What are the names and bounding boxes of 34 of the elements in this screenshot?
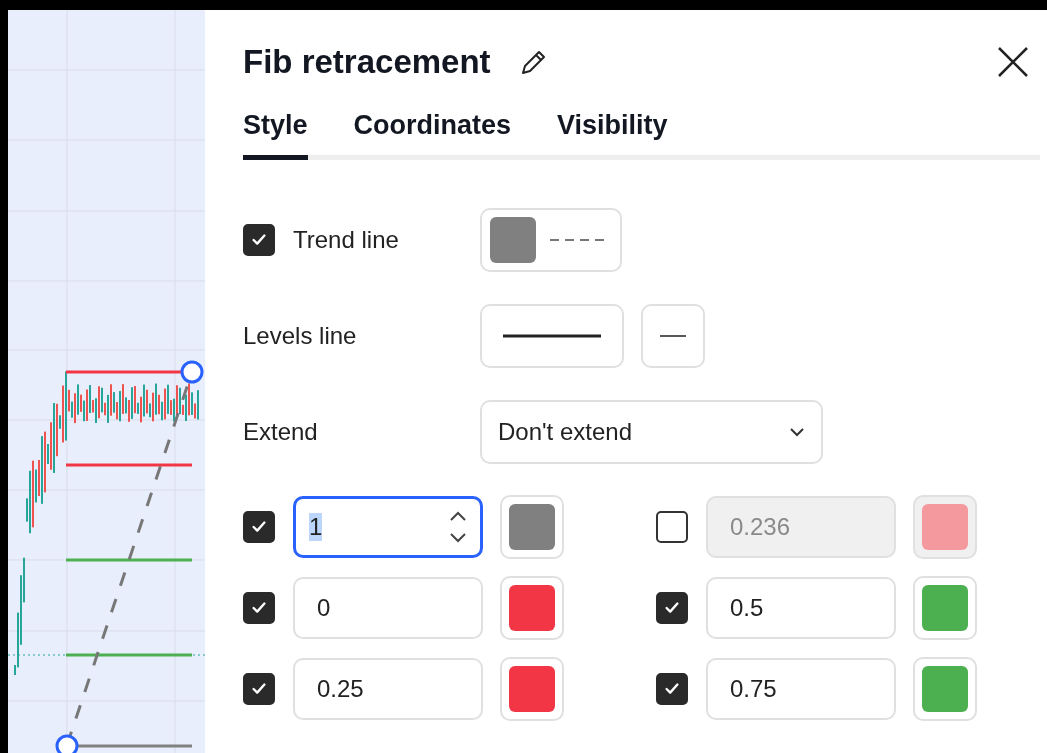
level-input[interactable]: 0	[293, 577, 483, 639]
color-button[interactable]	[500, 657, 564, 721]
trend-line-label: Trend line	[293, 226, 400, 254]
level-input[interactable]: 0.25	[293, 658, 483, 720]
tab[interactable]: Coordinates	[353, 110, 512, 160]
level-input[interactable]: 1	[293, 496, 483, 558]
tab[interactable]: Visibility	[557, 110, 668, 160]
color-button[interactable]	[500, 576, 564, 640]
thin-line-icon	[660, 335, 686, 337]
extend-label: Extend	[243, 418, 319, 446]
tab[interactable]: Style	[243, 110, 308, 160]
checkbox[interactable]	[656, 511, 688, 543]
dialog-title: Fib retracement	[243, 43, 491, 81]
checkbox[interactable]	[656, 673, 688, 705]
solid-line-icon	[503, 334, 601, 338]
extend-dropdown[interactable]: Don't extend	[480, 400, 823, 464]
checkbox[interactable]	[243, 224, 275, 256]
color-button[interactable]	[913, 657, 977, 721]
anchor-handle[interactable]	[180, 360, 204, 384]
chevron-down-icon	[789, 427, 805, 437]
spinner-arrows-icon[interactable]	[448, 509, 468, 545]
line-style-button[interactable]	[480, 304, 624, 368]
anchor-handle[interactable]	[55, 734, 79, 753]
level-input[interactable]: 0.5	[706, 577, 896, 639]
checkbox[interactable]	[243, 511, 275, 543]
color-button[interactable]	[913, 576, 977, 640]
levels-line-label: Levels line	[243, 322, 358, 350]
level-input[interactable]: 0.75	[706, 658, 896, 720]
color-button[interactable]	[913, 495, 977, 559]
checkbox[interactable]	[656, 592, 688, 624]
checkbox[interactable]	[243, 673, 275, 705]
color-button[interactable]	[500, 495, 564, 559]
checkbox[interactable]	[243, 592, 275, 624]
close-icon[interactable]	[997, 46, 1029, 78]
